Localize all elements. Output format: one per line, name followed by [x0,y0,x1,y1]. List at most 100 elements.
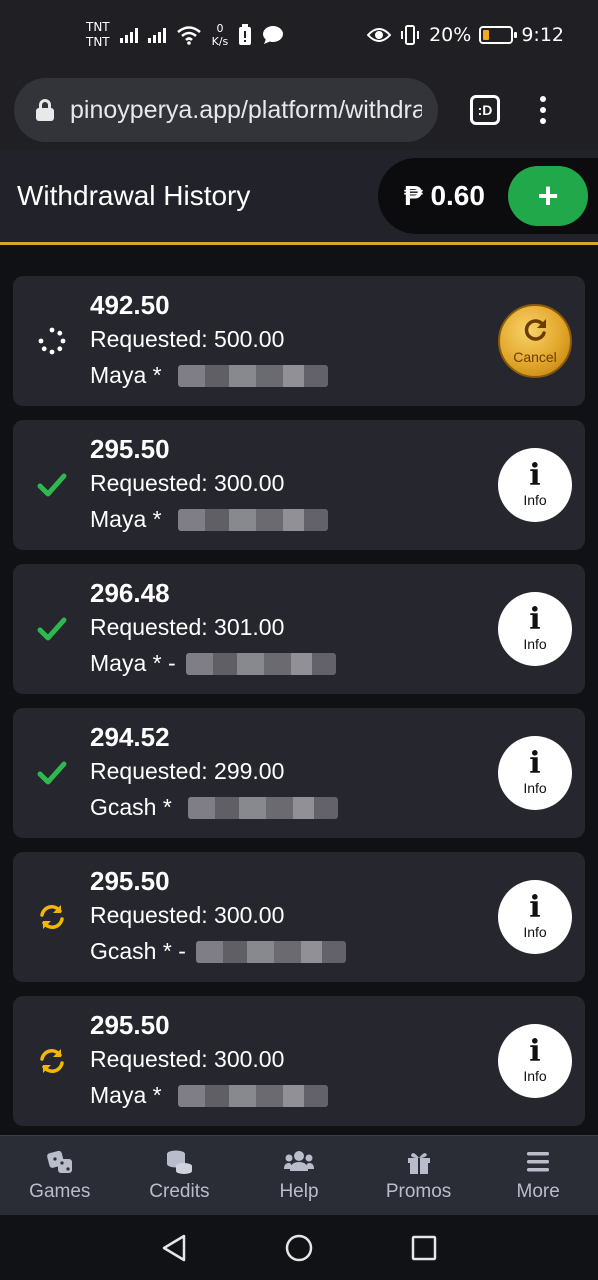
requested-amount: Requested: 300.00 [90,1046,285,1072]
menu-icon [527,1151,550,1171]
nav-label-credits: Credits [149,1180,210,1202]
withdrawal-amount: 492.50 [90,290,170,320]
redacted-account-number [177,364,328,387]
payment-method: Maya * [90,506,168,532]
nav-label-games: Games [29,1180,91,1202]
withdrawal-card: 295.50 Requested: 300.00 Maya * i Info [13,420,585,550]
battery-icon [479,26,518,44]
refresh-icon [521,317,549,348]
gift-icon [407,1152,430,1174]
status-bar: TNT TNT 0 K/s 20% 9:12 [0,0,598,70]
info-button[interactable]: i Info [498,592,572,666]
action-label: Info [523,1068,547,1084]
users-icon [283,1150,314,1171]
requested-amount: Requested: 500.00 [90,326,285,352]
withdrawal-amount: 295.50 [90,434,170,464]
withdrawal-amount: 295.50 [90,1010,170,1040]
nav-label-more: More [516,1180,560,1202]
system-nav-bar [0,1215,598,1280]
payment-method-row: Maya * - [90,650,336,677]
back-icon[interactable] [160,1233,188,1263]
info-icon: i [529,890,541,925]
nav-label-promos: Promos [385,1180,452,1202]
payment-method-row: Gcash * - [90,938,346,965]
carrier-labels: TNT TNT [86,20,110,50]
info-button[interactable]: i Info [498,880,572,954]
sync-icon [37,1046,67,1076]
payment-method-row: Gcash * [90,794,339,821]
withdrawal-card: 492.50 Requested: 500.00 Maya * Cancel [13,276,585,406]
status-time: 9:12 [521,24,564,46]
check-icon [37,614,67,644]
lock-icon [36,99,54,121]
info-button[interactable]: i Info [498,1024,572,1098]
tab-switcher-button[interactable]: :D [470,95,500,125]
redacted-account-number [177,1084,328,1107]
action-label: Info [523,492,547,508]
requested-amount: Requested: 300.00 [90,470,285,496]
balance-pill: ₱ 0.60 + [378,158,598,234]
address-bar[interactable]: pinoyperya.app/platform/withdrawal-histo… [14,78,438,142]
signal-icon-2 [147,27,166,43]
payment-method-row: Maya * [90,362,328,389]
browser-toolbar: pinoyperya.app/platform/withdrawal-histo… [0,70,598,150]
cancel-button[interactable]: Cancel [498,304,572,378]
message-icon [263,26,284,44]
home-icon[interactable] [284,1233,314,1263]
battery-fill [483,30,489,40]
check-icon [37,470,67,500]
info-icon: i [529,1034,541,1069]
redacted-account-number [177,508,328,531]
requested-amount: Requested: 301.00 [90,614,285,640]
withdrawal-card: 294.52 Requested: 299.00 Gcash * i Info [13,708,585,838]
action-label: Info [523,924,547,940]
info-icon: i [529,602,541,637]
recents-icon[interactable] [410,1234,438,1262]
carrier-1: TNT [86,20,110,34]
redacted-account-number [188,796,339,819]
net-speed-value: 0 [216,22,224,35]
info-icon: i [529,746,541,781]
info-icon: i [529,458,541,493]
vibrate-icon [401,25,420,45]
payment-method: Maya * - [90,650,176,676]
withdrawal-card: 296.48 Requested: 301.00 Maya * - i Info [13,564,585,694]
nav-item-promos[interactable]: Promos [364,1149,474,1203]
dice-icon [46,1150,72,1173]
nav-item-more[interactable]: More [483,1149,593,1203]
coins-icon [167,1150,193,1174]
payment-method: Gcash * - [90,938,186,964]
nav-item-help[interactable]: Help [244,1149,354,1203]
signal-icon [119,27,138,43]
nav-item-games[interactable]: Games [5,1149,115,1203]
action-label: Info [523,636,547,652]
action-label: Info [523,780,547,796]
info-button[interactable]: i Info [498,736,572,810]
info-button[interactable]: i Info [498,448,572,522]
redacted-account-number [195,940,346,963]
app-header: Withdrawal History ₱ 0.60 + [0,150,598,245]
net-speed: 0 K/s [212,22,229,48]
withdrawal-amount: 296.48 [90,578,170,608]
url-text[interactable]: pinoyperya.app/platform/withdrawal-histo… [70,96,422,125]
eye-icon [367,28,392,42]
nav-item-credits[interactable]: Credits [124,1149,234,1203]
requested-amount: Requested: 299.00 [90,758,285,784]
bottom-nav: Games Credits Help Promos More [0,1135,598,1215]
withdrawal-amount: 294.52 [90,722,170,752]
payment-method-row: Maya * [90,1082,328,1109]
carrier-2: TNT [86,35,110,49]
balance-amount: ₱ 0.60 [404,180,485,211]
withdrawal-card: 295.50 Requested: 300.00 Maya * i Info [13,996,585,1126]
withdrawal-card: 295.50 Requested: 300.00 Gcash * - i Info [13,852,585,982]
browser-menu-icon[interactable] [540,96,546,124]
redacted-account-number [185,652,336,675]
payment-method-row: Maya * [90,506,328,533]
withdrawal-list: 492.50 Requested: 500.00 Maya * Cancel 295.… [13,276,585,1140]
add-credits-button[interactable]: + [508,166,588,226]
check-icon [37,758,67,788]
requested-amount: Requested: 300.00 [90,902,285,928]
action-label: Cancel [513,349,557,365]
payment-method: Gcash * [90,794,179,820]
withdrawal-amount: 295.50 [90,866,170,896]
